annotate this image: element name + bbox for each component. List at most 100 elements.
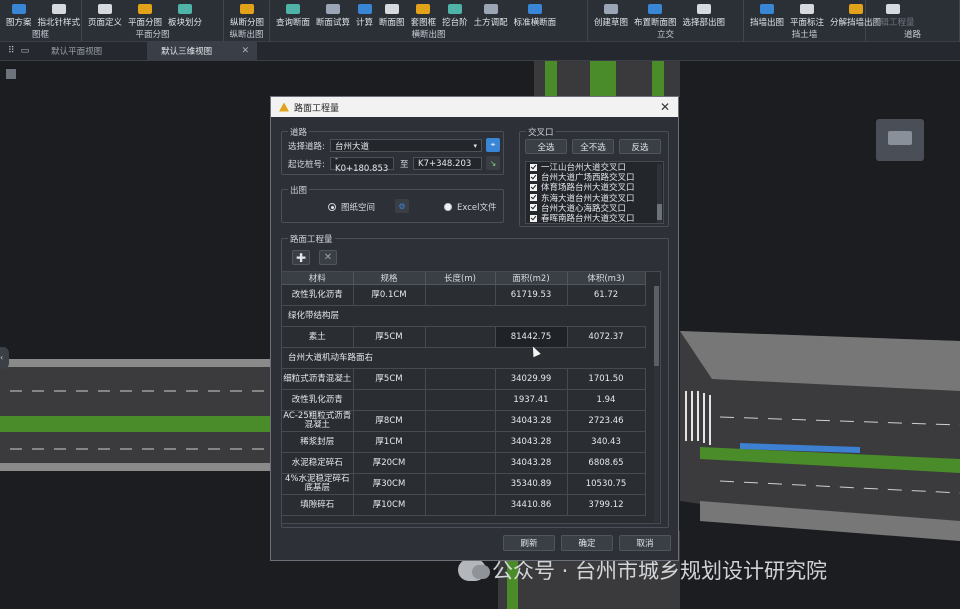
table-cell[interactable]: 34410.86 <box>495 494 568 516</box>
table-cell[interactable]: 厚8CM <box>353 410 426 432</box>
table-row[interactable]: 稀浆封层 厚1CM 34043.28 340.43 <box>282 431 646 453</box>
tab-3d-view[interactable]: 默认三维视图 ✕ <box>147 41 258 61</box>
checkbox[interactable] <box>530 194 537 202</box>
table-row[interactable]: 水泥稳定碎石 厚20CM 34043.28 6808.65 <box>282 452 646 474</box>
table-cell[interactable] <box>353 389 426 411</box>
table-cell[interactable]: 34043.28 <box>495 431 568 453</box>
table-cell[interactable]: 厚20CM <box>353 452 426 474</box>
ribbon-button[interactable]: 计算 <box>353 0 376 28</box>
ribbon-button[interactable]: 挖台阶 <box>439 0 471 28</box>
navigation-cube[interactable] <box>876 119 924 161</box>
select-all-button[interactable]: 全选 <box>525 139 567 154</box>
table-cell[interactable]: 改性乳化沥青 <box>282 389 354 411</box>
column-header[interactable]: 长度(m) <box>425 272 496 285</box>
column-header[interactable]: 材料 <box>282 272 354 285</box>
column-header[interactable]: 面积(m2) <box>495 272 568 285</box>
ribbon-button[interactable]: 平面标注 <box>787 0 827 28</box>
table-cell[interactable]: 素土 <box>282 326 354 348</box>
checkbox[interactable] <box>530 183 537 191</box>
intersection-scrollbar[interactable] <box>657 164 662 223</box>
table-cell[interactable]: 34043.28 <box>495 452 568 474</box>
table-cell[interactable]: 填隙碎石 <box>282 494 354 516</box>
ribbon-button[interactable]: 图方案 <box>3 0 35 28</box>
viewport-icon[interactable] <box>6 69 16 79</box>
excel-option[interactable]: Excel文件 <box>444 201 497 213</box>
table-cell[interactable]: 61.72 <box>567 284 646 306</box>
table-cell[interactable]: AC-25粗粒式沥青混凝土 <box>282 410 354 432</box>
excel-radio[interactable] <box>444 203 452 211</box>
ribbon-button[interactable]: 断面图 <box>376 0 408 28</box>
select-none-button[interactable]: 全不选 <box>572 139 614 154</box>
table-cell[interactable] <box>425 452 496 474</box>
close-icon[interactable]: ✕ <box>242 46 250 56</box>
layout-icon[interactable]: ⠿ <box>8 46 15 56</box>
table-cell[interactable] <box>425 473 496 495</box>
table-row[interactable]: AC-25粗粒式沥青混凝土 厚8CM 34043.28 2723.46 <box>282 410 646 432</box>
scroll-thumb[interactable] <box>654 286 659 366</box>
window-icon[interactable]: ▭ <box>21 46 30 56</box>
table-cell[interactable]: 厚10CM <box>353 494 426 516</box>
ribbon-button[interactable]: 挡墙出图 <box>747 0 787 28</box>
table-cell[interactable]: 340.43 <box>567 431 646 453</box>
table-row[interactable]: 填隙碎石 厚10CM 34410.86 3799.12 <box>282 494 646 516</box>
ribbon-button[interactable]: 平面分图 <box>125 0 165 28</box>
refresh-button[interactable]: 刷新 <box>503 535 555 551</box>
ribbon-button[interactable]: 查询断面 <box>273 0 313 28</box>
table-cell[interactable]: 稀浆封层 <box>282 431 354 453</box>
checkbox[interactable] <box>530 173 537 181</box>
table-cell[interactable] <box>425 326 496 348</box>
table-cell[interactable]: 35340.89 <box>495 473 568 495</box>
delete-row-button[interactable]: ✕ <box>319 250 337 265</box>
table-cell[interactable]: 1.94 <box>567 389 646 411</box>
column-header[interactable]: 体积(m3) <box>567 272 646 285</box>
ribbon-button[interactable]: 编辑工程量 <box>869 0 918 28</box>
ribbon-button[interactable]: 布置断面图 <box>631 0 680 28</box>
table-cell[interactable]: 厚30CM <box>353 473 426 495</box>
station-to-input[interactable]: K7+348.203 <box>413 157 482 170</box>
dialog-titlebar[interactable]: 路面工程量 ✕ <box>271 97 678 117</box>
intersection-item[interactable]: 春晖南路台州大道交叉口 <box>526 213 663 223</box>
checkbox[interactable] <box>530 214 537 222</box>
scroll-thumb[interactable] <box>657 204 662 220</box>
ribbon-button[interactable]: 页面定义 <box>85 0 125 28</box>
road-select[interactable]: 台州大道 ▾ <box>330 139 482 152</box>
table-cell[interactable] <box>425 410 496 432</box>
table-cell[interactable]: 2723.46 <box>567 410 646 432</box>
table-cell[interactable]: 细粒式沥青混凝土 <box>282 368 354 390</box>
ribbon-button[interactable]: 创建草图 <box>591 0 631 28</box>
table-cell[interactable]: 3799.12 <box>567 494 646 516</box>
ribbon-button[interactable]: 断面试算 <box>313 0 353 28</box>
table-cell[interactable]: 10530.75 <box>567 473 646 495</box>
table-cell[interactable]: 厚5CM <box>353 368 426 390</box>
table-cell[interactable]: 1937.41 <box>495 389 568 411</box>
table-cell[interactable]: 厚1CM <box>353 431 426 453</box>
ribbon-button[interactable]: 板块划分 <box>165 0 205 28</box>
checkbox[interactable] <box>530 163 537 171</box>
ok-button[interactable]: 确定 <box>561 535 613 551</box>
checkbox[interactable] <box>530 204 537 212</box>
ribbon-button[interactable]: 纵断分图 <box>227 0 267 28</box>
paper-space-radio[interactable] <box>328 203 336 211</box>
add-row-button[interactable]: ✚ <box>292 250 310 265</box>
ribbon-button[interactable]: 标准横断面 <box>511 0 560 28</box>
table-cell[interactable]: 6808.65 <box>567 452 646 474</box>
ribbon-button[interactable]: 土方调配 <box>471 0 511 28</box>
table-cell[interactable]: 61719.53 <box>495 284 568 306</box>
paper-space-option[interactable]: 图纸空间 <box>328 201 375 213</box>
group-row[interactable]: 台州大道机动车路面右 <box>282 347 645 369</box>
ribbon-button[interactable]: 指北针样式 <box>35 0 84 28</box>
table-cell[interactable]: 4072.37 <box>567 326 646 348</box>
table-cell[interactable]: 厚0.1CM <box>353 284 426 306</box>
table-cell[interactable] <box>425 494 496 516</box>
table-cell[interactable] <box>425 431 496 453</box>
table-row[interactable]: 细粒式沥青混凝土 厚5CM 34029.99 1701.50 <box>282 368 646 390</box>
group-row[interactable]: 绿化带结构层 <box>282 305 645 327</box>
table-row[interactable]: 改性乳化沥青 1937.41 1.94 <box>282 389 646 411</box>
table-cell[interactable] <box>425 368 496 390</box>
table-cell[interactable]: 水泥稳定碎石 <box>282 452 354 474</box>
ribbon-button[interactable]: 选择部出图 <box>680 0 729 28</box>
column-header[interactable]: 规格 <box>353 272 426 285</box>
side-panel-toggle[interactable]: ‹ <box>0 347 9 369</box>
close-icon[interactable]: ✕ <box>660 100 670 114</box>
table-cell[interactable]: 厚5CM <box>353 326 426 348</box>
